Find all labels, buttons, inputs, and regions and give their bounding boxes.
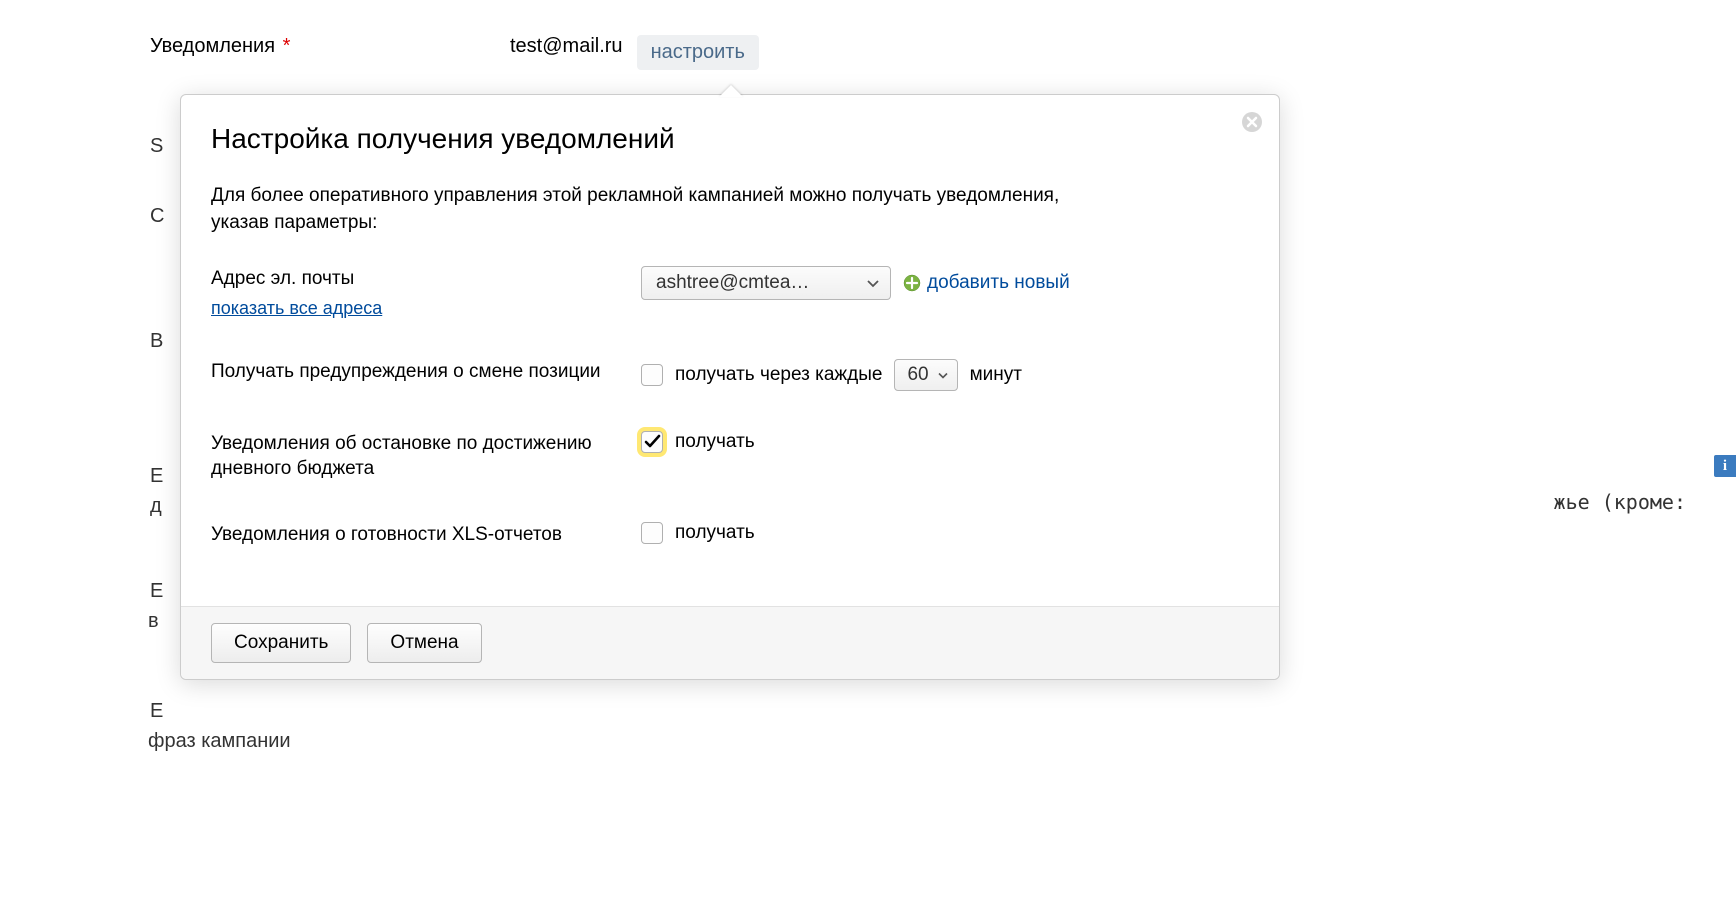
chevron-down-icon (866, 272, 880, 294)
notifications-row: Уведомления * test@mail.ru настроить (150, 35, 1586, 70)
bg-letter: С (150, 205, 164, 228)
position-warnings-row: Получать предупреждения о смене позиции … (211, 359, 1249, 391)
notifications-label-text: Уведомления (150, 35, 275, 57)
bg-letter: в (148, 610, 159, 633)
bg-letter: S (150, 135, 163, 158)
bg-letter: В (150, 330, 163, 353)
xls-reports-checkbox[interactable] (641, 522, 663, 544)
add-new-email-text: добавить новый (927, 272, 1070, 294)
position-warnings-checkbox-label: получать через каждые (675, 364, 882, 386)
dialog-arrow (719, 85, 743, 97)
bg-letter: д (150, 495, 162, 518)
bg-letter: Е (150, 700, 163, 723)
email-label: Адрес эл. почты (211, 266, 641, 292)
dialog-title: Настройка получения уведомлений (211, 123, 1249, 155)
interval-value: 60 (907, 364, 928, 386)
notification-settings-dialog: Настройка получения уведомлений Для боле… (180, 94, 1280, 680)
dialog-description: Для более оперативного управления этой р… (211, 183, 1091, 236)
position-warnings-checkbox[interactable] (641, 364, 663, 386)
xls-reports-label-col: Уведомления о готовности XLS-отчетов (211, 522, 641, 548)
bg-phrases-line: фраз кампании (148, 730, 348, 753)
chevron-down-icon (937, 364, 949, 386)
email-controls: ashtree@cmtea… добавить новый (641, 266, 1070, 300)
position-warnings-controls: получать через каждые 60 минут (641, 359, 1022, 391)
bg-letter: Е (150, 465, 163, 488)
save-button[interactable]: Сохранить (211, 623, 351, 663)
budget-stop-checkbox[interactable] (641, 431, 663, 453)
email-select-value: ashtree@cmtea… (656, 272, 809, 294)
email-label-col: Адрес эл. почты показать все адреса (211, 266, 641, 319)
email-row: Адрес эл. почты показать все адреса asht… (211, 266, 1249, 319)
xls-reports-row: Уведомления о готовности XLS-отчетов пол… (211, 522, 1249, 548)
add-new-email-link[interactable]: добавить новый (903, 272, 1070, 294)
budget-stop-label: Уведомления об остановке по достижению д… (211, 431, 641, 482)
close-icon[interactable] (1241, 111, 1263, 133)
budget-stop-label-col: Уведомления об остановке по достижению д… (211, 431, 641, 482)
cancel-button[interactable]: Отмена (367, 623, 481, 663)
dialog-footer: Сохранить Отмена (181, 606, 1279, 679)
email-select[interactable]: ashtree@cmtea… (641, 266, 891, 300)
dialog-body: Настройка получения уведомлений Для боле… (181, 95, 1279, 606)
bg-letter: Е (150, 580, 163, 603)
xls-reports-label: Уведомления о готовности XLS-отчетов (211, 522, 641, 548)
interval-select[interactable]: 60 (894, 359, 957, 391)
budget-stop-controls: получать (641, 431, 755, 453)
configure-button[interactable]: настроить (637, 35, 759, 70)
xls-reports-checkbox-label: получать (675, 522, 755, 544)
plus-circle-icon (903, 274, 921, 292)
position-warnings-label-col: Получать предупреждения о смене позиции (211, 359, 641, 385)
info-badge-icon[interactable]: i (1714, 455, 1736, 477)
budget-stop-row: Уведомления об остановке по достижению д… (211, 431, 1249, 482)
interval-unit: минут (970, 364, 1022, 386)
bg-fragment-right: жье (кроме: (1554, 490, 1686, 514)
required-asterisk: * (283, 35, 291, 57)
notifications-label: Уведомления * (150, 35, 510, 58)
notification-email-value: test@mail.ru (510, 35, 623, 58)
position-warnings-label: Получать предупреждения о смене позиции (211, 359, 641, 385)
show-all-addresses-link[interactable]: показать все адреса (211, 298, 382, 319)
xls-reports-controls: получать (641, 522, 755, 544)
budget-stop-checkbox-label: получать (675, 431, 755, 453)
